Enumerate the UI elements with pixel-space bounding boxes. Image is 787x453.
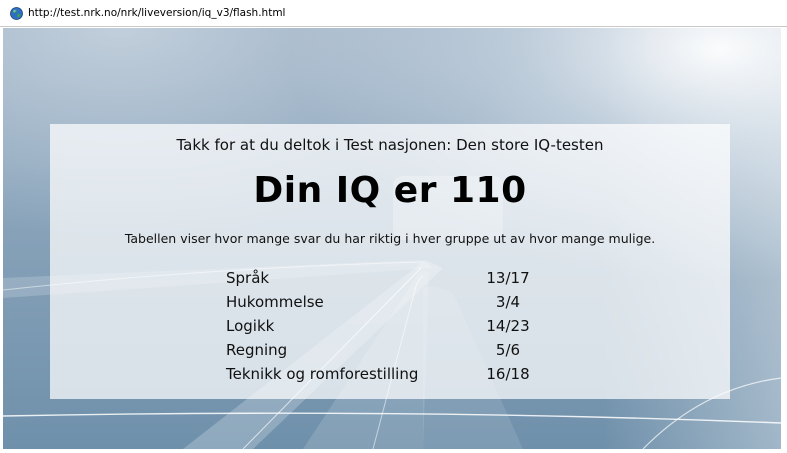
address-bar[interactable]: http://test.nrk.no/nrk/liveversion/iq_v3… — [0, 0, 787, 27]
flash-stage: Takk for at du deltok i Test nasjonen: D… — [3, 28, 781, 449]
result-panel: Takk for at du deltok i Test nasjonen: D… — [50, 124, 730, 399]
table-row: Språk 13/17 — [226, 267, 566, 291]
category-label: Språk — [226, 269, 270, 287]
results-table: Språk 13/17 Hukommelse 3/4 Logikk 14/23 … — [226, 267, 566, 387]
category-label: Teknikk og romforestilling — [226, 365, 419, 383]
iq-score-heading: Din IQ er 110 — [253, 170, 527, 211]
score-text: 16/18 — [486, 365, 530, 383]
table-row: Logikk 14/23 — [226, 315, 566, 339]
globe-icon — [10, 7, 23, 20]
table-row: Regning 5/6 — [226, 339, 566, 363]
score-text: 13/17 — [486, 269, 530, 287]
url-text[interactable]: http://test.nrk.no/nrk/liveversion/iq_v3… — [28, 7, 285, 20]
thanks-text: Takk for at du deltok i Test nasjonen: D… — [176, 136, 604, 154]
table-row: Teknikk og romforestilling 16/18 — [226, 363, 566, 387]
score-text: 14/23 — [486, 317, 530, 335]
category-label: Logikk — [226, 317, 275, 335]
category-label: Regning — [226, 341, 288, 359]
description-text: Tabellen viser hvor mange svar du har ri… — [124, 231, 656, 246]
category-label: Hukommelse — [226, 293, 324, 311]
score-text: 3/4 — [495, 293, 521, 311]
table-row: Hukommelse 3/4 — [226, 291, 566, 315]
score-text: 5/6 — [495, 341, 521, 359]
